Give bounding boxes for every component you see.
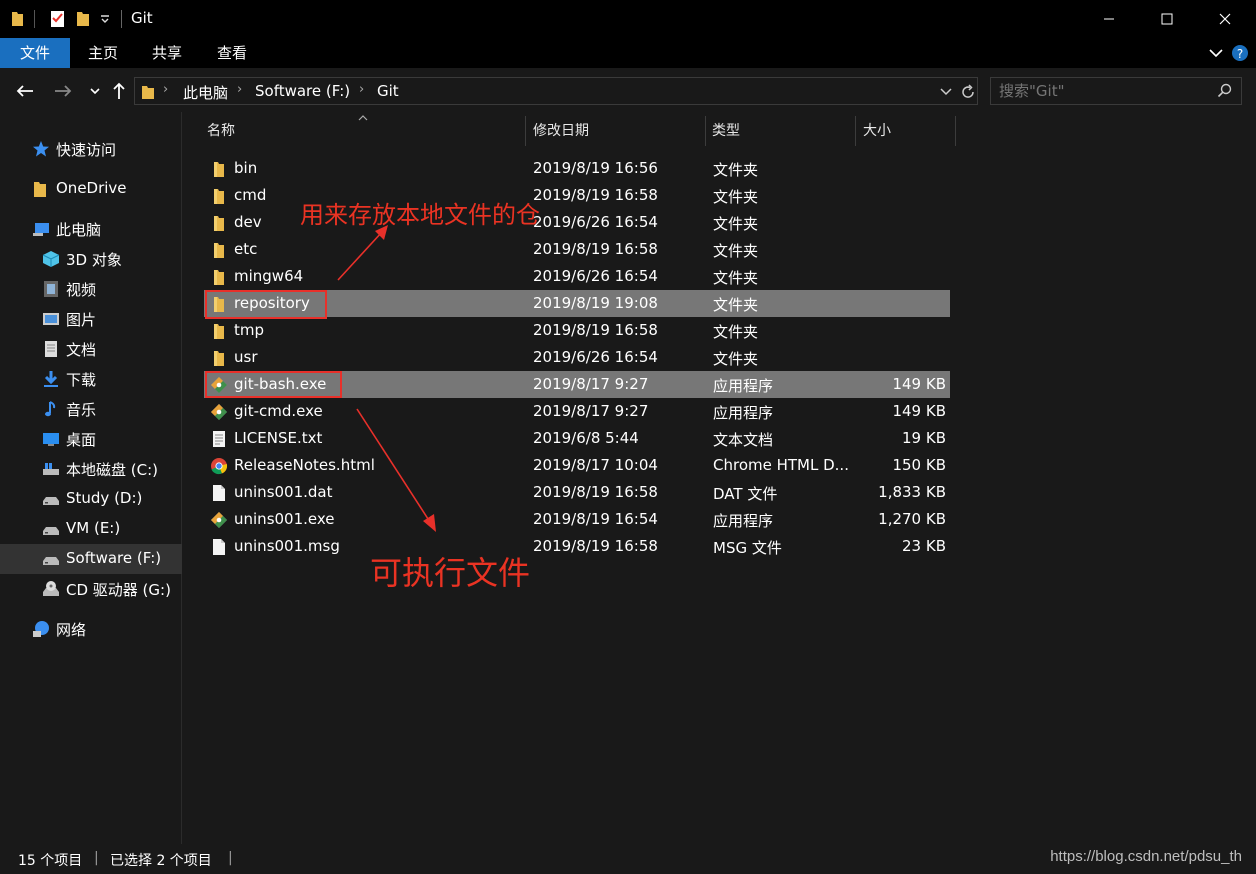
vertical-scrollbar[interactable]	[1240, 44, 1256, 844]
annotation-executable-note: 可执行文件	[370, 554, 531, 592]
arrow-line-repository	[337, 231, 383, 281]
status-bar: 15 个项目 | 已选择 2 个项目 | https://blog.csdn.n…	[0, 844, 1256, 874]
annotation-arrows	[337, 225, 436, 532]
arrowhead-executable	[423, 514, 436, 532]
status-separator: |	[94, 850, 99, 866]
selection-count: 已选择 2 个项目	[110, 853, 212, 869]
status-separator: |	[228, 850, 233, 866]
annotation-repository-note: 用来存放本地文件的仓	[300, 201, 540, 229]
item-count: 15 个项目	[18, 853, 83, 869]
watermark: https://blog.csdn.net/pdsu_th	[1050, 848, 1242, 865]
arrow-line-executable	[356, 408, 431, 523]
